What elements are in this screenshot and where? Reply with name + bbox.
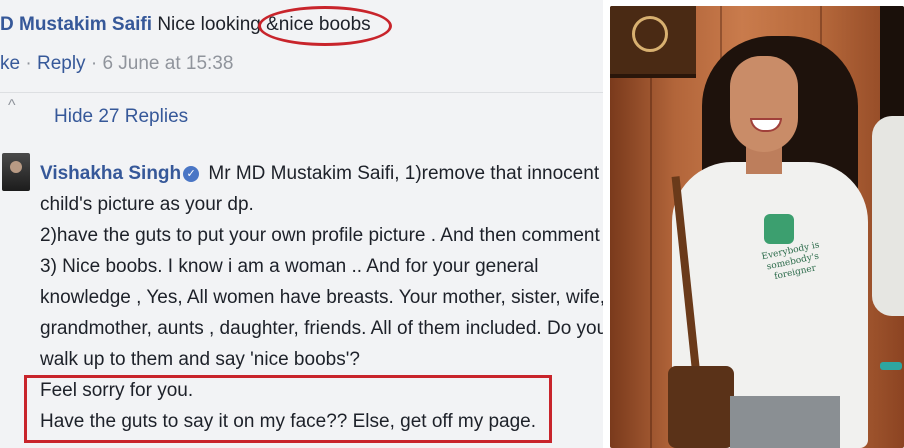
- jeans: [730, 396, 840, 448]
- comment-author-link[interactable]: D Mustakim Saifi: [0, 14, 152, 35]
- reply-line: Mr MD Mustakim Saifi, 1)remove that inno…: [203, 163, 600, 184]
- comment-text: Nice looking: [152, 14, 267, 35]
- reply-line: grandmother, aunts , daughter, friends. …: [40, 318, 603, 339]
- reply-author-link[interactable]: Vishakha Singh: [40, 163, 181, 184]
- hide-replies-link[interactable]: Hide 27 Replies: [54, 106, 188, 128]
- reply-line: knowledge , Yes, All women have breasts.…: [40, 287, 603, 308]
- reply-line: 3) Nice boobs. I know i am a woman .. An…: [40, 256, 539, 277]
- background-person: [872, 116, 904, 316]
- highlight-oval: [258, 6, 392, 46]
- reply-line: 2)have the guts to put your own profile …: [40, 225, 603, 246]
- reply-line: walk up to them and say 'nice boobs'?: [40, 349, 360, 370]
- like-link[interactable]: ke: [0, 53, 20, 74]
- meta-separator: ·: [85, 53, 103, 74]
- profile-photo: Everybody is somebody's foreigner: [610, 6, 904, 448]
- wall-plaque: [610, 6, 696, 78]
- reply-line: child's picture as your dp.: [40, 194, 254, 215]
- meta-separator: ·: [20, 53, 37, 74]
- divider: [0, 92, 603, 93]
- handbag: [668, 366, 734, 448]
- woman-face: [730, 56, 798, 152]
- shirt-logo-icon: [764, 214, 794, 244]
- avatar[interactable]: [2, 153, 30, 191]
- comment-meta: ke · Reply · 6 June at 15:38: [0, 53, 233, 75]
- reply-link[interactable]: Reply: [37, 53, 86, 74]
- highlight-rectangle: [24, 375, 552, 443]
- caret-up-icon: ^: [8, 97, 16, 114]
- verified-check-icon: ✓: [183, 166, 200, 182]
- bracelet: [880, 362, 902, 370]
- facebook-comment-screenshot: D Mustakim Saifi Nice looking &nice boob…: [0, 0, 603, 448]
- comment-timestamp[interactable]: 6 June at 15:38: [102, 53, 233, 74]
